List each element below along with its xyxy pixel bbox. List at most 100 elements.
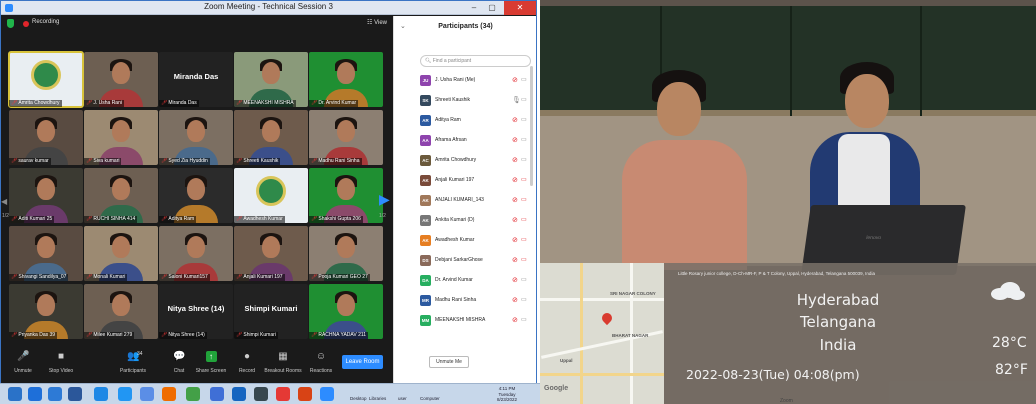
participant-row[interactable]: DS Debjani SarkarGhose ⊘ ▭ — [420, 252, 532, 272]
taskbar-app-icon[interactable] — [48, 387, 62, 401]
video-tile[interactable]: 🎤︎Shakshi Gupta 206 — [309, 168, 383, 223]
video-tile[interactable]: Miranda Das 🎤︎Miranda Das — [159, 52, 233, 107]
recording-label[interactable]: Recording — [32, 19, 59, 25]
minimize-button[interactable]: – — [464, 1, 484, 15]
video-off-icon[interactable]: ▭ — [521, 176, 527, 183]
video-tile[interactable]: Nitya Shree (14) 🎤︎Nitya Shree (14) — [159, 284, 233, 339]
participant-row[interactable]: SK Shreeti Kaushik 🎙︎ ▭ — [420, 92, 532, 112]
share-screen-button[interactable]: ↑ Share Screen — [191, 351, 231, 374]
mic-on-icon[interactable]: 🎙︎ — [512, 96, 521, 104]
video-on-icon[interactable]: ▭ — [521, 96, 527, 103]
video-tile[interactable]: 🎤︎RUCHI SINHA 414 — [84, 168, 158, 223]
video-tile[interactable]: 🎤︎Priyanka Das 39 — [9, 284, 83, 339]
taskbar-computer-label[interactable]: Computer — [420, 396, 440, 401]
video-tile[interactable]: 🎤︎Dr. Arvind Kumar — [309, 52, 383, 107]
taskbar-desktop-label[interactable]: Desktop — [350, 396, 367, 401]
video-tile[interactable]: Shimpi Kumari 🎤︎Shimpi Kumari — [234, 284, 308, 339]
taskbar-app-icon[interactable] — [140, 387, 154, 401]
taskbar-app-icon[interactable] — [186, 387, 200, 401]
video-on-icon[interactable]: ▭ — [521, 76, 527, 83]
mic-muted-icon[interactable]: ⊘ — [512, 196, 518, 204]
mic-muted-icon[interactable]: ⊘ — [512, 176, 518, 184]
video-off-icon[interactable]: ▭ — [521, 256, 527, 263]
stop-video-button[interactable]: ■ Stop Video — [41, 351, 81, 374]
view-button[interactable]: ☷ View — [367, 19, 387, 26]
mic-muted-icon[interactable]: ⊘ — [512, 76, 518, 84]
video-tile[interactable]: 🎤︎RACHNA YADAV 211 — [309, 284, 383, 339]
participant-row[interactable]: DA Dr. Arvind Kumar ⊘ ▭ — [420, 272, 532, 292]
taskbar-app-icon[interactable] — [232, 387, 246, 401]
mic-muted-icon[interactable]: ⊘ — [512, 276, 518, 284]
video-tile[interactable]: 🎤︎Anjali Kumari 197 — [234, 226, 308, 281]
participant-row[interactable]: MR Madhu Rani Sinha ⊘ ▭ — [420, 292, 532, 312]
taskbar-app-icon[interactable] — [94, 387, 108, 401]
video-on-icon[interactable]: ▭ — [521, 276, 527, 283]
unmute-button[interactable]: 🎤 Unmute — [3, 351, 43, 374]
participant-row[interactable]: AK Awadhesh Kumar ⊘ ▭ — [420, 232, 532, 252]
maximize-button[interactable]: ▢ — [482, 1, 502, 15]
participant-row[interactable]: AC Amrita Chowdhury ⊘ ▭ — [420, 152, 532, 172]
participants-button[interactable]: 👥 34 Participants — [113, 351, 153, 374]
participant-search-input[interactable]: 🔍︎ Find a participant — [420, 55, 531, 67]
participant-row[interactable]: AR Aditya Ram ⊘ ▭ — [420, 112, 532, 132]
participant-row[interactable]: AA Aframa Afrsan ⊘ ▭ — [420, 132, 532, 152]
taskbar-app-icon[interactable] — [254, 387, 268, 401]
mic-muted-icon[interactable]: ⊘ — [512, 236, 518, 244]
taskbar-app-icon[interactable] — [320, 387, 334, 401]
zoom-control-label[interactable]: Zoom — [780, 398, 793, 404]
mic-muted-icon[interactable]: ⊘ — [512, 216, 518, 224]
taskbar-app-icon[interactable] — [210, 387, 224, 401]
video-tile[interactable]: 🎤︎Shreeti Kaushik — [234, 110, 308, 165]
mic-muted-icon[interactable]: ⊘ — [512, 296, 518, 304]
video-tile[interactable]: 🎤︎Monali Kumari — [84, 226, 158, 281]
video-on-icon[interactable]: ▭ — [521, 116, 527, 123]
video-tile[interactable]: 🎤︎Awadhesh Kumar — [234, 168, 308, 223]
taskbar-app-icon[interactable] — [162, 387, 176, 401]
video-on-icon[interactable]: ▭ — [521, 316, 527, 323]
video-off-icon[interactable]: ▭ — [521, 196, 527, 203]
leave-room-button[interactable]: Leave Room — [342, 355, 383, 369]
video-tile[interactable]: 🎤︎Madhu Rani Sinha — [309, 110, 383, 165]
participant-row[interactable]: AK ANJALI KUMARI_143 ⊘ ▭ — [420, 192, 532, 212]
video-tile[interactable]: 🎤︎Amrita Chowdhury — [8, 51, 84, 108]
taskbar-app-icon[interactable] — [276, 387, 290, 401]
breakout-rooms-button[interactable]: ▦ Breakout Rooms — [263, 351, 303, 374]
reactions-button[interactable]: ☺ Reactions — [301, 351, 341, 374]
mic-muted-icon[interactable]: ⊘ — [512, 256, 518, 264]
video-on-icon[interactable]: ▭ — [521, 296, 527, 303]
record-button[interactable]: ● Record — [227, 351, 267, 374]
video-tile[interactable]: 🎤︎saurav kumar — [9, 110, 83, 165]
taskbar-app-icon[interactable] — [8, 387, 22, 401]
video-tile[interactable]: 🎤︎Siva kumari — [84, 110, 158, 165]
video-off-icon[interactable]: ▭ — [521, 216, 527, 223]
video-tile[interactable]: 🎤︎MEENAKSHI MISHRA — [234, 52, 308, 107]
video-off-icon[interactable]: ▭ — [521, 236, 527, 243]
video-on-icon[interactable]: ▭ — [521, 156, 527, 163]
taskbar-clock[interactable]: 4:11 PM Tuesday 8/23/2022 — [482, 386, 532, 403]
unmute-me-button[interactable]: Unmute Me — [429, 356, 469, 368]
taskbar-app-icon[interactable] — [118, 387, 132, 401]
video-tile[interactable]: 🎤︎Aditya Ram — [159, 168, 233, 223]
mic-muted-icon[interactable]: ⊘ — [512, 156, 518, 164]
close-button[interactable]: ✕ — [504, 1, 536, 15]
participant-row[interactable]: JU J. Usha Rani (Me) ⊘ ▭ — [420, 72, 532, 92]
video-tile[interactable]: 🎤︎Shivangi Sandilya_07 — [9, 226, 83, 281]
taskbar-app-icon[interactable] — [68, 387, 82, 401]
taskbar-user-label[interactable]: user — [398, 396, 407, 401]
video-tile[interactable]: 🎤︎Syed Zia Hyuddin — [159, 110, 233, 165]
mic-muted-icon[interactable]: ⊘ — [512, 116, 518, 124]
security-shield-icon[interactable] — [7, 19, 14, 28]
video-tile[interactable]: 🎤︎Milee Kumari 279 — [84, 284, 158, 339]
taskbar-libraries-label[interactable]: Libraries — [369, 396, 386, 401]
video-tile[interactable]: 🎤︎J. Usha Rani — [84, 52, 158, 107]
next-page-icon[interactable]: ▶ — [379, 191, 391, 215]
video-tile[interactable]: 🎤︎Pooja Kumari GEO 27 — [309, 226, 383, 281]
mic-muted-icon[interactable]: ⊘ — [512, 316, 518, 324]
video-tile[interactable]: 🎤︎Saloni Kumari157 — [159, 226, 233, 281]
mic-muted-icon[interactable]: ⊘ — [512, 136, 518, 144]
participant-row[interactable]: AK Anjali Kumari 197 ⊘ ▭ — [420, 172, 532, 192]
video-on-icon[interactable]: ▭ — [521, 136, 527, 143]
participant-row[interactable]: MM MEENAKSHI MISHRA ⊘ ▭ — [420, 312, 532, 332]
title-bar[interactable]: Zoom Meeting - Technical Session 3 – ▢ ✕ — [1, 1, 536, 15]
participant-row[interactable]: AK Ankita Kumari (D) ⊘ ▭ — [420, 212, 532, 232]
